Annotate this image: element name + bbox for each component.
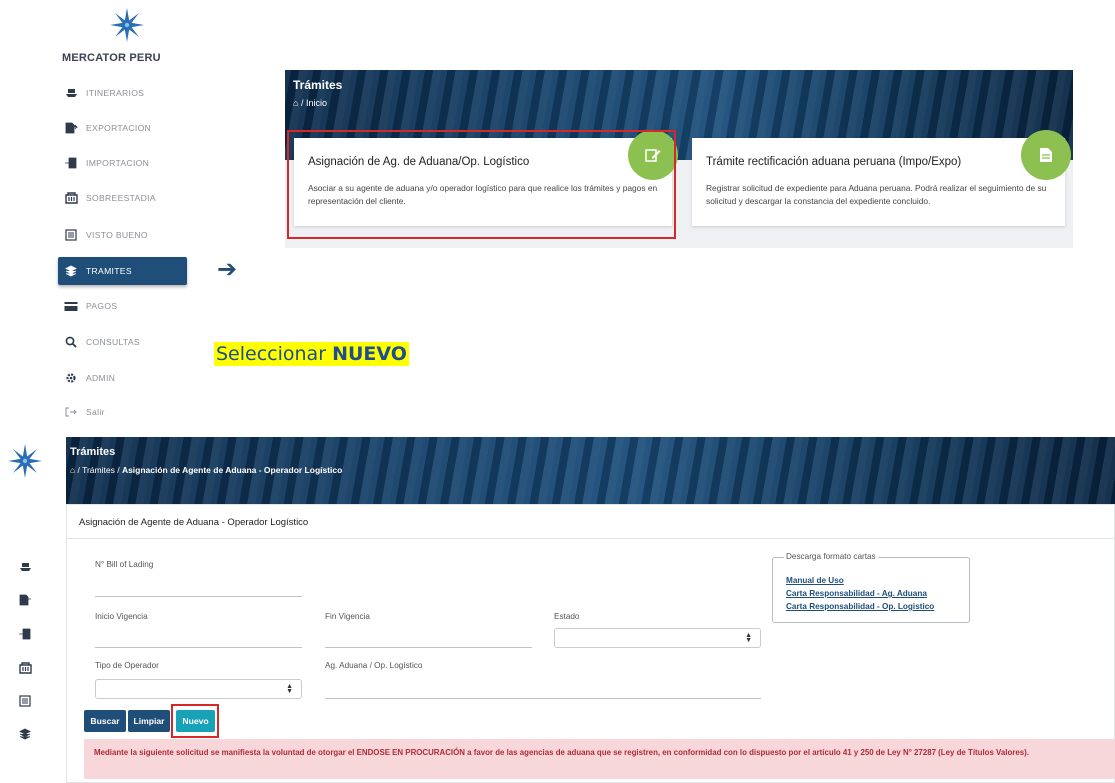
page-title: Trámites (293, 78, 343, 92)
limpiar-button[interactable]: Limpiar (128, 710, 170, 732)
instruction-callout: Seleccionar NUEVO (214, 342, 409, 366)
document-list-icon (64, 228, 78, 242)
sidebar-item-label: SOBREESTADIA (86, 193, 156, 203)
sidebar-item-consultas[interactable]: CONSULTAS (58, 328, 187, 356)
inicio-vigencia-label: Inicio Vigencia (95, 612, 148, 621)
card-icon (64, 299, 78, 313)
buscar-button[interactable]: Buscar (84, 710, 126, 732)
sidebar-item-itinerarios[interactable]: ITINERARIOS (58, 79, 187, 107)
sidebar-item-label: IMPORTACION (86, 158, 150, 168)
endose-notice: Mediante la siguiente solicitud se manif… (84, 739, 1115, 779)
card-tramite-rectificacion[interactable]: Trámite rectificación aduana peruana (Im… (692, 130, 1071, 226)
breadcrumb: ⌂ / Inicio (293, 98, 327, 108)
sidebar-item-label: ADMIN (86, 373, 116, 383)
layers-icon (64, 264, 78, 278)
document-list-icon[interactable] (18, 694, 32, 708)
gear-icon (64, 371, 78, 385)
compass-logo-icon (8, 444, 42, 478)
bill-of-lading-input[interactable] (95, 596, 302, 597)
sidebar-item-label: PAGOS (86, 301, 118, 311)
tipo-operador-select[interactable]: ▲ ▼ (95, 679, 302, 699)
highlight-box (171, 704, 219, 738)
arrow-right-icon: ➔ (217, 256, 238, 283)
container-icon (64, 191, 78, 205)
export-icon (64, 121, 78, 135)
sidebar-item-visto-bueno[interactable]: VISTO BUENO (58, 221, 187, 249)
sidebar-item-label: ITINERARIOS (86, 88, 145, 98)
document-icon (1021, 130, 1071, 180)
sort-caret-icon: ▲ ▼ (286, 683, 293, 695)
import-icon[interactable] (18, 627, 32, 641)
layers-icon[interactable] (18, 727, 32, 741)
sidebar-item-label: CONSULTAS (86, 337, 140, 347)
sidebar-item-label: Salir (86, 407, 105, 417)
breadcrumb: ⌂ / Trámites / Asignación de Agente de A… (70, 465, 343, 475)
fin-vigencia-input[interactable] (325, 647, 532, 648)
container-icon[interactable] (18, 661, 32, 675)
sidebar-item-salir[interactable]: Salir (58, 398, 187, 426)
ag-aduana-label: Ag. Aduana / Op. Logístico (325, 661, 423, 670)
home-icon[interactable]: ⌂ (293, 98, 298, 108)
manual-de-uso-link[interactable]: Manual de Uso (786, 576, 844, 585)
sidebar-item-sobreestadia[interactable]: SOBREESTADIA (58, 184, 187, 212)
sort-caret-icon: ▲ ▼ (745, 632, 752, 644)
search-icon (64, 335, 78, 349)
estado-select[interactable]: ▲ ▼ (554, 628, 761, 648)
downloads-legend: Descarga formato cartas (784, 552, 878, 561)
sidebar-item-importacion[interactable]: IMPORTACION (58, 149, 187, 177)
logout-icon (64, 405, 78, 419)
ship-icon[interactable] (18, 560, 32, 574)
ship-icon (64, 86, 78, 100)
sidebar-item-admin[interactable]: ADMIN (58, 364, 187, 392)
sidebar-item-tramites[interactable]: TRAMITES (58, 257, 187, 285)
bill-of-lading-label: N° Bill of Lading (95, 560, 154, 569)
card-title: Asignación de Agente de Aduana - Operado… (67, 505, 1114, 539)
brand-name: MERCATOR PERU (62, 52, 161, 64)
card-title: Trámite rectificación aduana peruana (Im… (706, 156, 962, 168)
inicio-vigencia-input[interactable] (95, 647, 302, 648)
compass-logo-icon (110, 8, 144, 42)
carta-ag-aduana-link[interactable]: Carta Responsabilidad - Ag. Aduana (786, 589, 927, 598)
sidebar-item-label: VISTO BUENO (86, 230, 148, 240)
card-description: Registrar solicitud de expediente para A… (706, 183, 1047, 207)
sidebar-item-label: EXPORTACION (86, 123, 152, 133)
estado-label: Estado (554, 612, 580, 621)
sidebar-item-exportacion[interactable]: EXPORTACION (58, 114, 187, 142)
highlight-box (287, 130, 676, 239)
page-title: Trámites (70, 446, 116, 458)
tipo-operador-label: Tipo de Operador (95, 661, 159, 670)
home-icon[interactable]: ⌂ (70, 465, 75, 475)
sidebar-item-label: TRAMITES (86, 266, 132, 276)
export-icon[interactable] (18, 593, 32, 607)
sidebar-item-pagos[interactable]: PAGOS (58, 292, 187, 320)
fin-vigencia-label: Fin Vigencia (325, 612, 370, 621)
import-icon (64, 156, 78, 170)
ag-aduana-input[interactable] (325, 698, 761, 699)
carta-op-logistico-link[interactable]: Carta Responsabilidad - Op. Logistico (786, 602, 934, 611)
